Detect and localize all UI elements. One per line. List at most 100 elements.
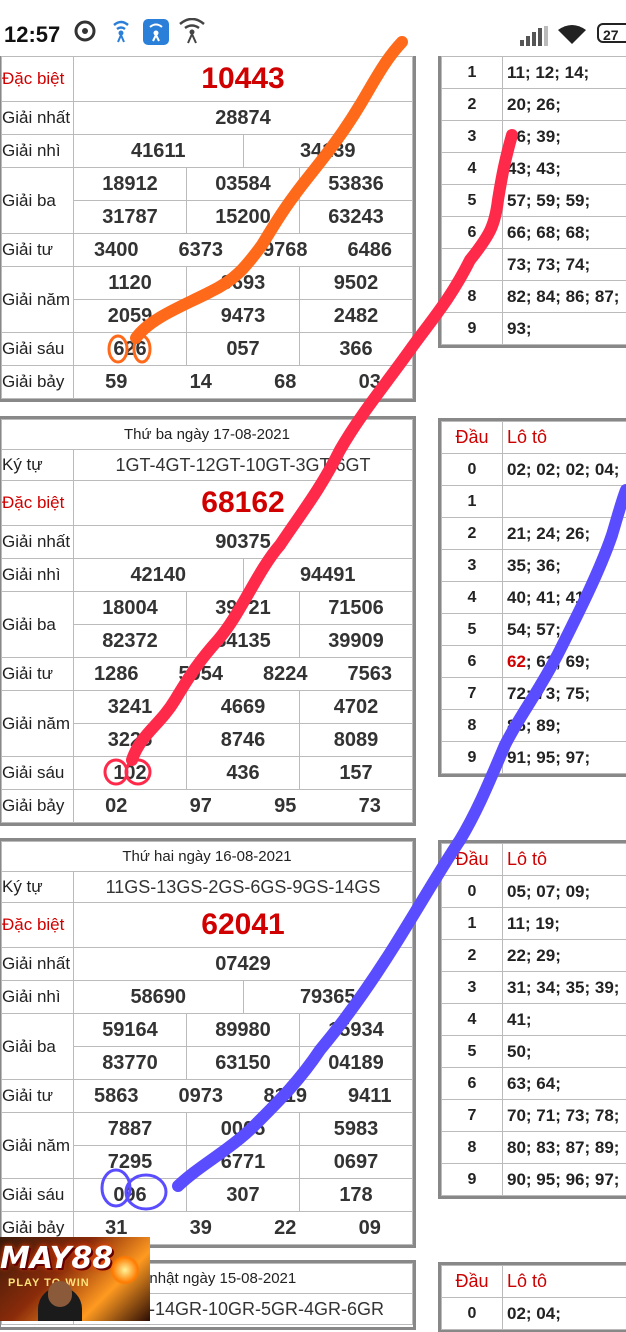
loto-head: 9 [442,313,503,345]
hotspot-icon-2 [176,18,208,49]
third-prize: 71506 [300,592,413,625]
loto-values: 21; 24; 26; [503,518,626,550]
third-prize: 59164 [74,1014,187,1047]
second-prize: 79365 [243,981,413,1014]
sync-icon [72,18,98,49]
label-dac-biet: Đặc biệt [2,481,74,526]
loto-values: 02; 04; [503,1298,626,1330]
loto-header-loto: Lô tô [503,422,626,454]
label-giai-ba: Giải ba [2,1014,74,1080]
loto-header-dau: Đầu [442,422,503,454]
fifth-prize: 3241 [74,691,187,724]
first-prize: 90375 [74,526,413,559]
fifth-prize: 3225 [74,724,187,757]
loto-special-value: 62 [507,652,526,671]
loto-values: 50; [503,1036,626,1068]
label-giai-ba: Giải ba [2,592,74,658]
fifth-prize: 4702 [300,691,413,724]
loto-head: 2 [442,940,503,972]
loto-values: 36; 39; [503,121,626,153]
loto-head: 8 [442,710,503,742]
loto-head: 7 [442,249,503,281]
app-notification-icon [142,18,170,51]
wifi-icon [557,24,587,51]
loto-values: 43; 43; [503,153,626,185]
first-prize: 28874 [74,102,413,135]
loto-head: 0 [442,1298,503,1330]
label-giai-nam: Giải năm [2,691,74,757]
loto-values: 05; 07; 09; [503,876,626,908]
loto-values-rest: ; 63; 69; [526,652,590,671]
fourth-prize: 6486 [328,239,413,262]
ad-brand-logo: MAY88 [0,1241,113,1276]
third-prize: 04189 [300,1047,413,1080]
loto-head: 3 [442,121,503,153]
loto-values: 80; 83; 87; 89; [503,1132,626,1164]
ky-tu-codes: 11GS-13GS-2GS-6GS-9GS-14GS [74,872,413,903]
label-giai-bay: Giải bảy [2,790,74,823]
loto-values: 82; 84; 86; 87; [503,281,626,313]
loto-values: 40; 41; 41; [503,582,626,614]
label-giai-sau: Giải sáu [2,757,74,790]
fire-icon [110,1255,140,1285]
loto-head: 0 [442,876,503,908]
loto-values: 63; 64; [503,1068,626,1100]
loto-values: 20; 26; [503,89,626,121]
signal-icon [520,26,548,51]
loto-head: 6 [442,217,503,249]
loto-table-3: ĐầuLô tô 005; 07; 09; 111; 19; 222; 29; … [438,840,626,1199]
fourth-prize: 9768 [243,239,328,262]
loto-head: 1 [442,908,503,940]
fifth-prize: 6771 [187,1146,300,1179]
loto-values: 02; 02; 02; 04; [503,454,626,486]
loto-head: 2 [442,518,503,550]
special-prize: 62041 [74,903,413,948]
fourth-prize: 5863 [74,1085,159,1108]
sixth-prize: 157 [300,757,413,790]
loto-header-loto: Lô tô [503,844,626,876]
fifth-prize: 5983 [300,1113,413,1146]
loto-header-dau: Đầu [442,844,503,876]
label-ky-tu: Ký tự [2,450,74,481]
sixth-prize: 102 [74,757,187,790]
seventh-prize: 22 [243,1217,328,1240]
status-time: 12:57 [4,22,60,48]
loto-values: 41; [503,1004,626,1036]
loto-head: 4 [442,582,503,614]
sixth-prize: 436 [187,757,300,790]
fifth-prize: 8089 [300,724,413,757]
loto-values: 54; 57; [503,614,626,646]
special-prize: 10443 [74,57,413,102]
fourth-prize: 7563 [328,663,413,686]
seventh-prize: 02 [74,795,159,818]
loto-head: 6 [442,646,503,678]
fifth-prize: 7295 [74,1146,187,1179]
loto-values: 86; 89; [503,710,626,742]
fourth-prize: 1286 [74,663,159,686]
third-prize: 63243 [300,201,413,234]
ky-tu-codes: 1GT-4GT-12GT-10GT-3GT-6GT [74,450,413,481]
label-dac-biet: Đặc biệt [2,903,74,948]
fourth-prize: 5054 [159,663,244,686]
seventh-prize: 14 [159,371,244,394]
fourth-prize: 9411 [328,1085,413,1108]
loto-head: 5 [442,614,503,646]
loto-head: 7 [442,678,503,710]
ad-banner[interactable]: MAY88 PLAY TO WIN [0,1237,150,1321]
third-prize: 39721 [187,592,300,625]
label-giai-sau: Giải sáu [2,333,74,366]
fifth-prize: 2482 [300,300,413,333]
loto-values: 31; 34; 35; 39; [503,972,626,1004]
third-prize: 89980 [187,1014,300,1047]
label-ky-tu: Ký tự [2,872,74,903]
second-prize: 34139 [243,135,413,168]
loto-values: 73; 73; 74; [503,249,626,281]
loto-head: 7 [442,1100,503,1132]
loto-values: 22; 29; [503,940,626,972]
fourth-prize: 8224 [243,663,328,686]
loto-head: 5 [442,1036,503,1068]
loto-head: 8 [442,281,503,313]
fifth-prize: 1120 [74,267,187,300]
fifth-prize: 9502 [300,267,413,300]
ad-person-face [48,1281,72,1307]
